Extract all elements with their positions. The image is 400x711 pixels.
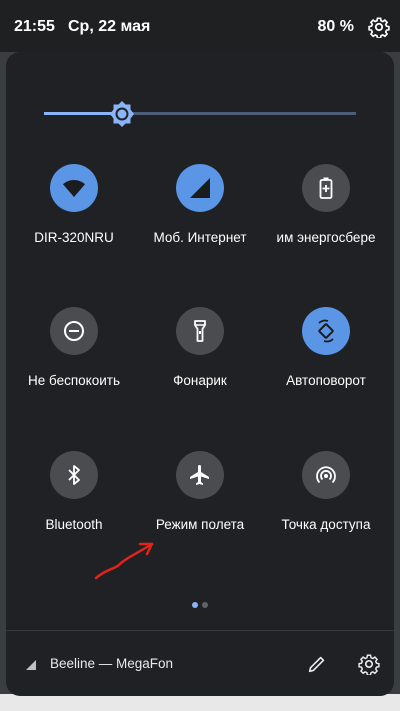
page-indicator xyxy=(192,595,212,613)
wifi-icon xyxy=(63,180,85,197)
carrier-name: Beeline — MegaFon xyxy=(50,656,174,671)
do-not-disturb-icon xyxy=(64,321,84,341)
brightness-slider[interactable] xyxy=(44,101,356,127)
tile-airplane-mode-label: Режим полета xyxy=(155,517,245,532)
tile-wifi-button[interactable] xyxy=(50,164,98,212)
tile-hotspot-label: Точка доступа xyxy=(281,517,371,532)
tile-do-not-disturb[interactable]: Не беспокоить xyxy=(11,307,137,427)
tile-flashlight-button[interactable] xyxy=(176,307,224,355)
status-bar: 21:55 Ср, 22 мая 80 % xyxy=(0,0,400,52)
qs-footer: Beeline — MegaFon xyxy=(6,630,394,697)
hotspot-icon xyxy=(316,466,336,484)
page-dot-current[interactable] xyxy=(192,602,198,608)
tile-auto-rotate[interactable]: Автоповорот xyxy=(263,307,389,427)
battery-percent: 80 % xyxy=(317,18,354,35)
tile-battery-saver[interactable]: им энергосбере xyxy=(263,164,389,284)
tile-mobile-data-button[interactable] xyxy=(176,164,224,212)
tile-bluetooth-button[interactable] xyxy=(50,451,98,499)
quick-settings-panel: DIR-320NRU Моб. Интернет им энергосбере xyxy=(6,52,394,696)
tile-mobile-data[interactable]: Моб. Интернет xyxy=(137,164,263,284)
tile-bluetooth-label: Bluetooth xyxy=(45,517,103,532)
red-arrow-annotation xyxy=(94,542,154,580)
tile-wifi[interactable]: DIR-320NRU xyxy=(11,164,137,284)
page-dot[interactable] xyxy=(202,602,208,608)
battery-saver-icon xyxy=(319,177,333,199)
settings-icon[interactable] xyxy=(358,653,380,675)
tile-mobile-data-label: Моб. Интернет xyxy=(153,230,247,245)
auto-rotate-icon xyxy=(318,319,334,343)
signal-icon xyxy=(26,660,36,670)
mobile-data-icon xyxy=(190,178,210,198)
edit-pencil-icon[interactable] xyxy=(306,653,328,675)
tile-battery-saver-button[interactable] xyxy=(302,164,350,212)
tile-battery-saver-label: им энергосбере xyxy=(276,230,376,245)
tile-flashlight[interactable]: Фонарик xyxy=(137,307,263,427)
brightness-icon[interactable] xyxy=(108,100,136,128)
tile-hotspot-button[interactable] xyxy=(302,451,350,499)
status-date: Ср, 22 мая xyxy=(68,18,151,35)
airplane-icon xyxy=(190,465,209,485)
status-time: 21:55 xyxy=(14,18,55,35)
tile-airplane-mode-button[interactable] xyxy=(176,451,224,499)
flashlight-icon xyxy=(194,320,206,342)
tile-wifi-label: DIR-320NRU xyxy=(34,230,114,245)
tile-auto-rotate-button[interactable] xyxy=(302,307,350,355)
settings-gear-icon[interactable] xyxy=(368,16,390,38)
tile-do-not-disturb-label: Не беспокоить xyxy=(28,373,120,388)
tile-auto-rotate-label: Автоповорот xyxy=(286,373,366,388)
tile-do-not-disturb-button[interactable] xyxy=(50,307,98,355)
tile-flashlight-label: Фонарик xyxy=(173,373,227,388)
tile-hotspot[interactable]: Точка доступа xyxy=(263,451,389,571)
bluetooth-icon xyxy=(68,465,80,485)
